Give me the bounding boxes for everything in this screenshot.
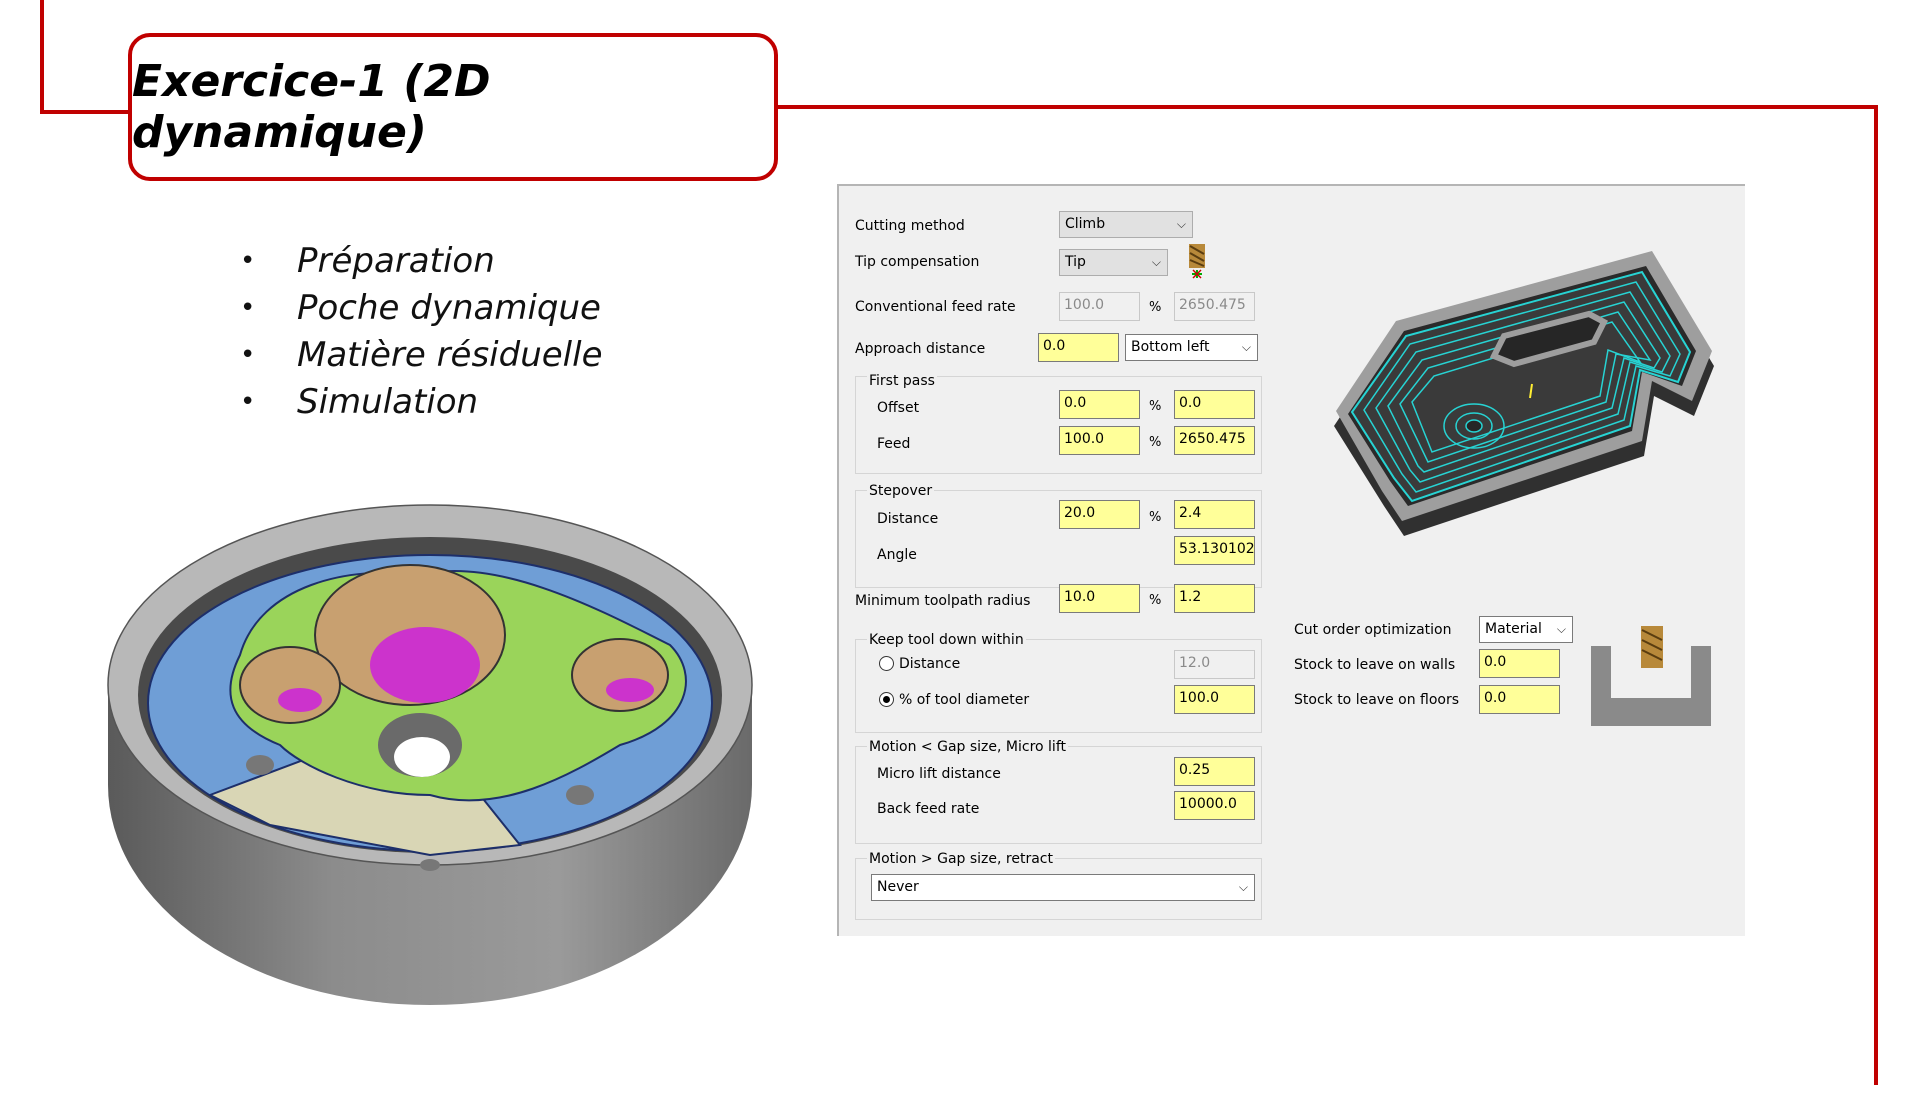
percent-sign: % xyxy=(1149,510,1162,525)
conventional-feed-rate-label: Conventional feed rate xyxy=(855,299,1016,315)
min-toolpath-radius-value-input[interactable]: 1.2 xyxy=(1174,584,1255,613)
frame-line-right xyxy=(1874,105,1878,1085)
part-3d-model-image xyxy=(107,504,753,1005)
tip-compensation-select[interactable]: Tip ⌵ xyxy=(1059,249,1168,276)
first-pass-offset-value-input[interactable]: 0.0 xyxy=(1174,390,1255,419)
approach-distance-label: Approach distance xyxy=(855,341,986,357)
frame-line-top-left xyxy=(40,110,130,114)
stock-walls-input[interactable]: 0.0 xyxy=(1479,649,1560,678)
chevron-down-icon: ⌵ xyxy=(1556,622,1566,636)
bullet-item: Matière résiduelle xyxy=(240,332,603,379)
micro-lift-distance-label: Micro lift distance xyxy=(877,766,1001,782)
bullet-item: Préparation xyxy=(240,238,603,285)
first-pass-feed-value-input[interactable]: 2650.475 xyxy=(1174,426,1255,455)
keep-tool-down-percent-label: % of tool diameter xyxy=(899,692,1030,708)
frame-line-top-right xyxy=(776,105,1878,109)
cut-order-label: Cut order optimization xyxy=(1294,622,1452,638)
tip-compensation-value: Tip xyxy=(1065,254,1086,270)
min-toolpath-radius-label: Minimum toolpath radius xyxy=(855,593,1031,609)
first-pass-offset-percent-input[interactable]: 0.0 xyxy=(1059,390,1140,419)
cutting-method-value: Climb xyxy=(1065,216,1106,232)
stepover-distance-label: Distance xyxy=(877,511,939,527)
keep-tool-down-percent-input[interactable]: 100.0 xyxy=(1174,685,1255,714)
chevron-down-icon: ⌵ xyxy=(1241,340,1251,354)
toolpath-preview-image xyxy=(1334,251,1714,536)
micro-lift-distance-input[interactable]: 0.25 xyxy=(1174,757,1255,786)
percent-sign: % xyxy=(1149,593,1162,608)
stepover-distance-value-input[interactable]: 2.4 xyxy=(1174,500,1255,529)
keep-tool-down-distance-label: Distance xyxy=(899,656,961,672)
chevron-down-icon: ⌵ xyxy=(1151,255,1161,269)
retract-value: Never xyxy=(877,879,919,895)
chevron-down-icon: ⌵ xyxy=(1176,217,1186,231)
min-toolpath-radius-percent-input[interactable]: 10.0 xyxy=(1059,584,1140,613)
cut-order-select[interactable]: Material ⌵ xyxy=(1479,616,1573,643)
bullet-item: Poche dynamique xyxy=(240,285,603,332)
stock-floors-input[interactable]: 0.0 xyxy=(1479,685,1560,714)
toolpath-parameters-panel: Cutting method Climb ⌵ Tip compensation … xyxy=(837,184,1745,936)
chevron-down-icon: ⌵ xyxy=(1238,880,1248,894)
conventional-feed-percent-input[interactable]: 100.0 xyxy=(1059,292,1140,321)
cutting-method-label: Cutting method xyxy=(855,218,965,234)
approach-distance-input[interactable]: 0.0 xyxy=(1038,333,1119,362)
percent-sign: % xyxy=(1149,399,1162,414)
percent-diameter-radio[interactable] xyxy=(879,692,894,707)
title-box: Exercice-1 (2D dynamique) xyxy=(128,33,778,181)
keep-tool-down-title: Keep tool down within xyxy=(867,632,1026,648)
cut-order-value: Material xyxy=(1485,621,1542,637)
first-pass-feed-label: Feed xyxy=(877,436,911,452)
retract-select[interactable]: Never ⌵ xyxy=(871,874,1255,901)
slide-title: Exercice-1 (2D dynamique) xyxy=(132,56,491,158)
cutting-method-select[interactable]: Climb ⌵ xyxy=(1059,211,1193,238)
keep-tool-down-distance-input[interactable]: 12.0 xyxy=(1174,650,1255,679)
tool-tip-icon xyxy=(1189,244,1205,279)
percent-sign: % xyxy=(1149,435,1162,450)
stepover-angle-label: Angle xyxy=(877,547,917,563)
tip-compensation-label: Tip compensation xyxy=(855,254,980,270)
first-pass-title: First pass xyxy=(867,373,937,389)
micro-lift-title: Motion < Gap size, Micro lift xyxy=(867,739,1068,755)
stock-walls-label: Stock to leave on walls xyxy=(1294,657,1456,673)
approach-position-value: Bottom left xyxy=(1131,339,1210,355)
percent-sign: % xyxy=(1149,300,1162,315)
approach-position-select[interactable]: Bottom left ⌵ xyxy=(1125,334,1258,361)
distance-radio[interactable] xyxy=(879,656,894,671)
frame-line-left xyxy=(40,0,44,113)
back-feed-rate-input[interactable]: 10000.0 xyxy=(1174,791,1255,820)
bullet-list: Préparation Poche dynamique Matière rési… xyxy=(240,238,603,426)
first-pass-feed-percent-input[interactable]: 100.0 xyxy=(1059,426,1140,455)
retract-title: Motion > Gap size, retract xyxy=(867,851,1055,867)
conventional-feed-value-input[interactable]: 2650.475 xyxy=(1174,292,1255,321)
stock-to-leave-icon xyxy=(1591,626,1711,726)
back-feed-rate-label: Back feed rate xyxy=(877,801,980,817)
bullet-item: Simulation xyxy=(240,379,603,426)
stepover-angle-input[interactable]: 53.130102 xyxy=(1174,536,1255,565)
first-pass-offset-label: Offset xyxy=(877,400,920,416)
stepover-title: Stepover xyxy=(867,483,935,499)
stepover-distance-percent-input[interactable]: 20.0 xyxy=(1059,500,1140,529)
stock-floors-label: Stock to leave on floors xyxy=(1294,692,1460,708)
